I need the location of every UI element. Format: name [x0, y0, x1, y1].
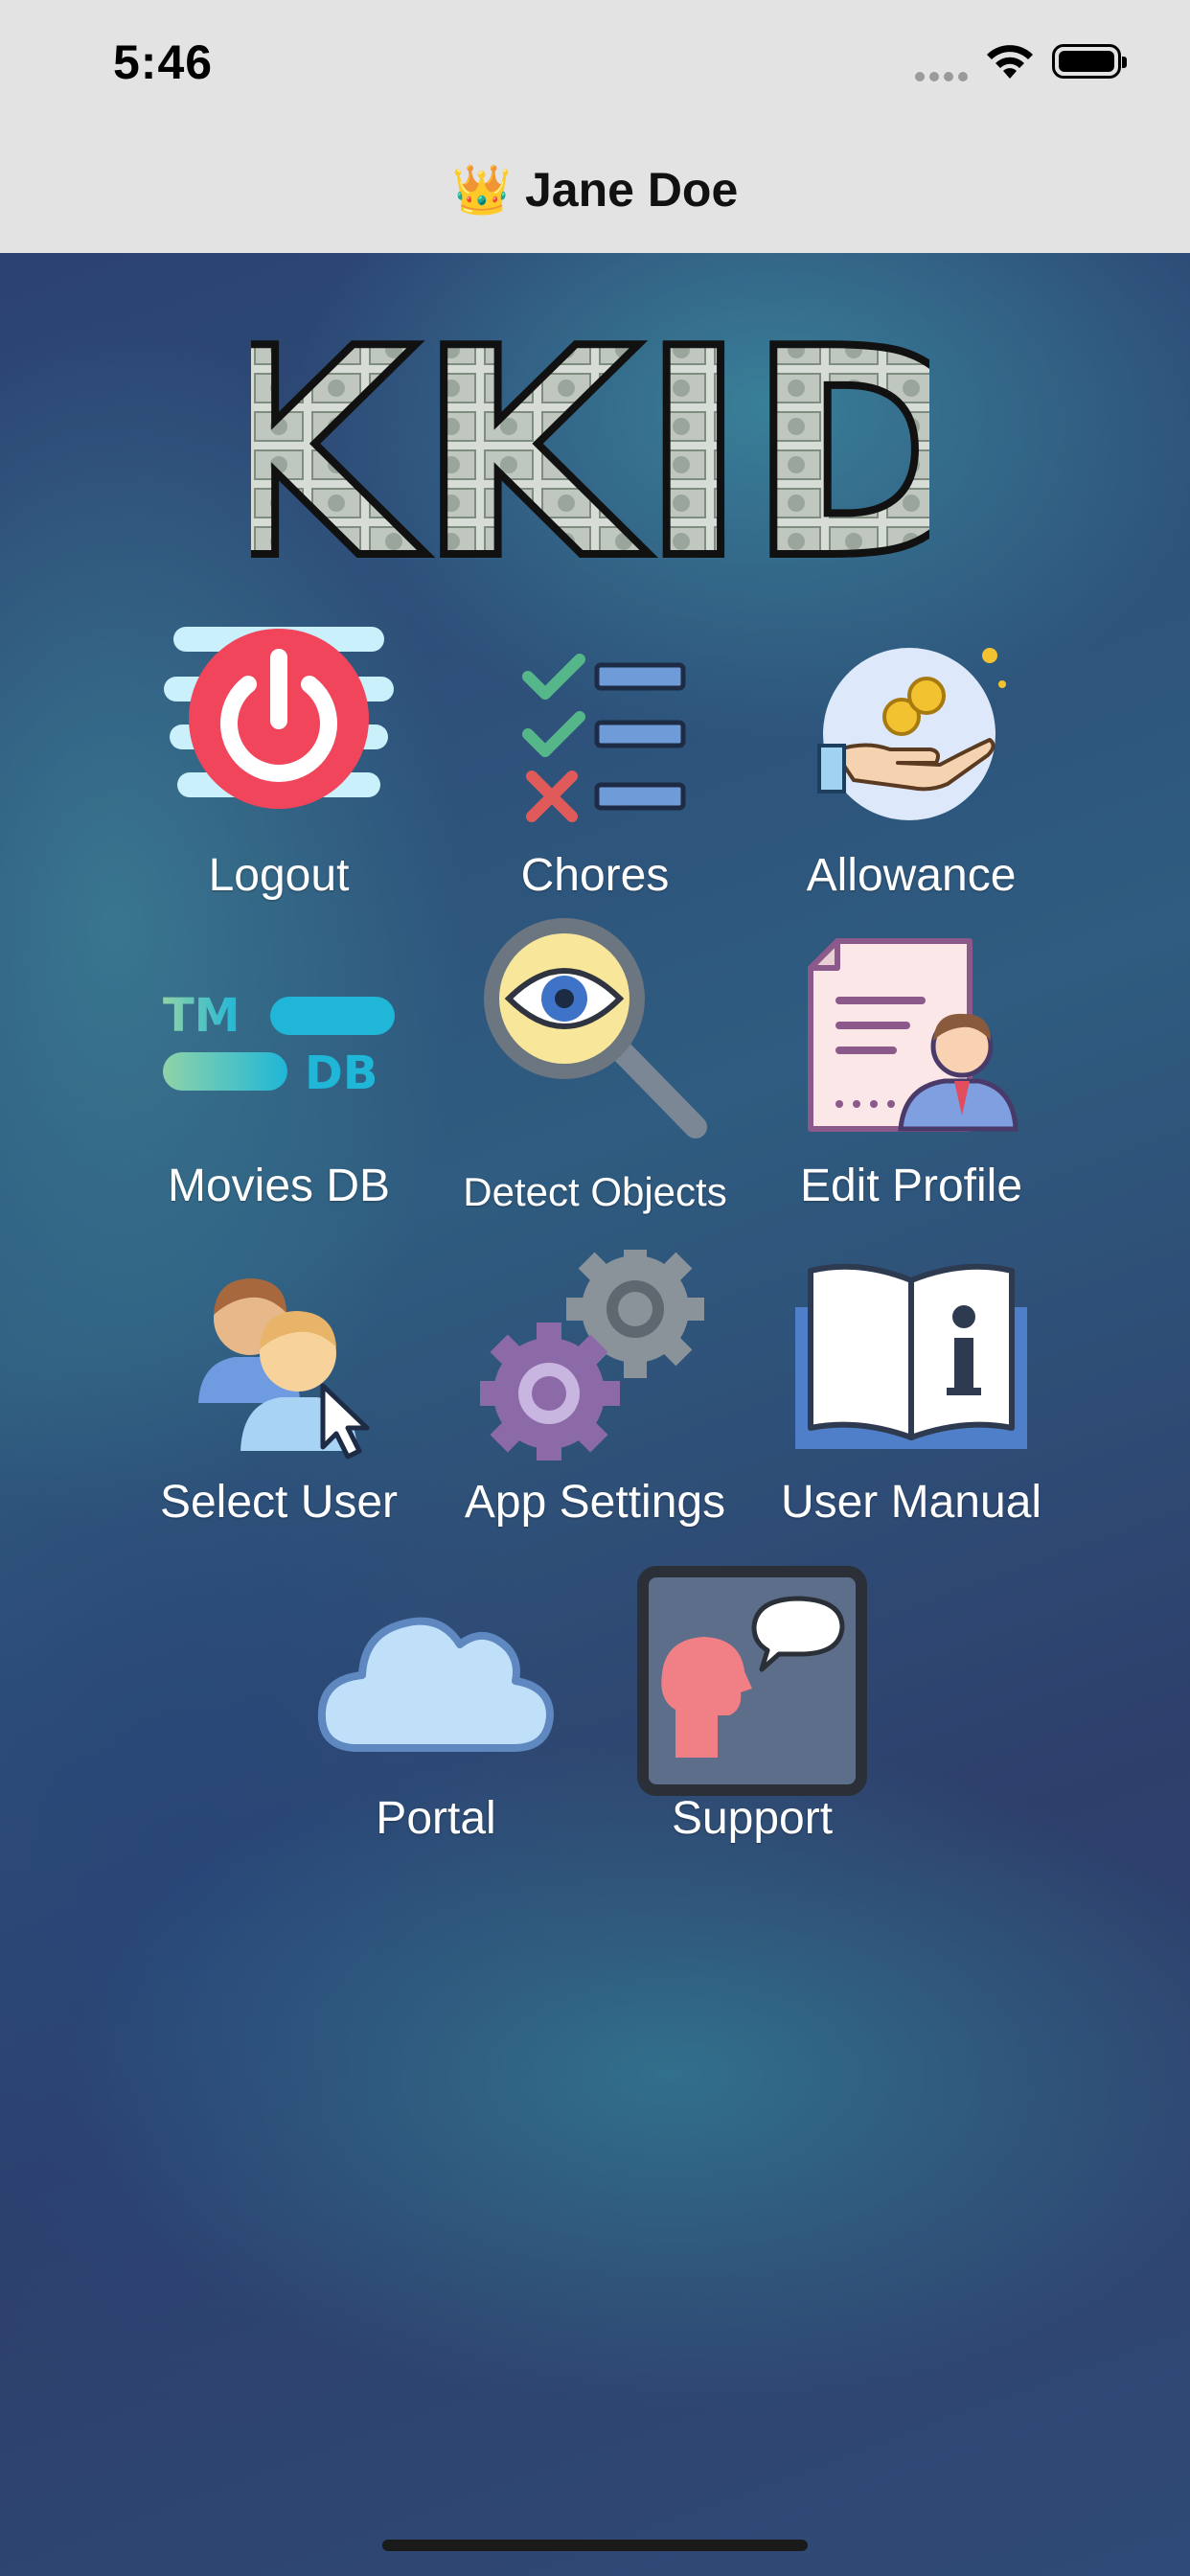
home-indicator[interactable] — [382, 2540, 808, 2551]
allowance-label: Allowance — [806, 850, 1017, 901]
portal-label: Portal — [376, 1793, 496, 1844]
profile-card-icon — [808, 938, 1018, 1132]
nav-title: 👑 Jane Doe — [452, 162, 739, 218]
status-time: 5:46 — [113, 35, 214, 89]
gears-icon — [480, 1250, 704, 1460]
speech-head-icon — [637, 1566, 867, 1796]
cellular-signal-icon — [915, 69, 973, 86]
status-bar: 5:46 — [0, 0, 1190, 126]
edit-profile-button[interactable]: Edit Profile — [763, 933, 1060, 1221]
users-cursor-icon — [198, 1278, 370, 1460]
power-icon — [164, 627, 394, 809]
support-label: Support — [671, 1793, 834, 1844]
user-manual-label: User Manual — [780, 1477, 1042, 1528]
select-user-button[interactable]: Select User — [130, 1250, 427, 1537]
crown-icon: 👑 — [451, 162, 512, 217]
checklist-icon — [522, 654, 686, 822]
home-menu: KKID Logout Chores Allowance TM DB Movie… — [0, 253, 1190, 2576]
navigation-bar: 👑 Jane Doe — [0, 126, 1190, 254]
user-manual-button[interactable]: User Manual — [763, 1250, 1060, 1537]
coins-in-hand-icon — [817, 648, 1006, 820]
allowance-button[interactable]: Allowance — [763, 617, 1060, 905]
battery-icon — [1052, 44, 1127, 79]
detect-objects-label: Detect Objects — [463, 1169, 727, 1214]
magnifier-eye-icon — [484, 918, 707, 1138]
edit-profile-label: Edit Profile — [799, 1161, 1023, 1211]
app-settings-label: App Settings — [464, 1477, 726, 1528]
svg-text:DB: DB — [305, 1046, 378, 1096]
support-button[interactable]: Support — [604, 1566, 901, 1853]
movies-db-label: Movies DB — [167, 1161, 391, 1211]
select-user-label: Select User — [159, 1477, 399, 1528]
kkid-logo: KKID — [251, 332, 929, 573]
logout-label: Logout — [208, 850, 350, 901]
chores-label: Chores — [520, 850, 670, 901]
detect-objects-button[interactable]: Detect Objects — [446, 918, 744, 1221]
movies-db-button[interactable]: TM DB Movies DB — [130, 933, 427, 1221]
info-book-icon — [795, 1263, 1027, 1449]
user-name: Jane Doe — [524, 163, 739, 217]
tmdb-logo-icon: TM DB — [163, 991, 395, 1096]
portal-button[interactable]: Portal — [287, 1566, 584, 1853]
logout-button[interactable]: Logout — [130, 617, 427, 905]
chores-button[interactable]: Chores — [446, 617, 744, 905]
app-settings-button[interactable]: App Settings — [446, 1250, 744, 1537]
cloud-icon — [317, 1617, 554, 1752]
wifi-icon — [987, 45, 1033, 79]
svg-text:TM: TM — [163, 991, 240, 1043]
logo-text: KKID — [251, 332, 929, 573]
